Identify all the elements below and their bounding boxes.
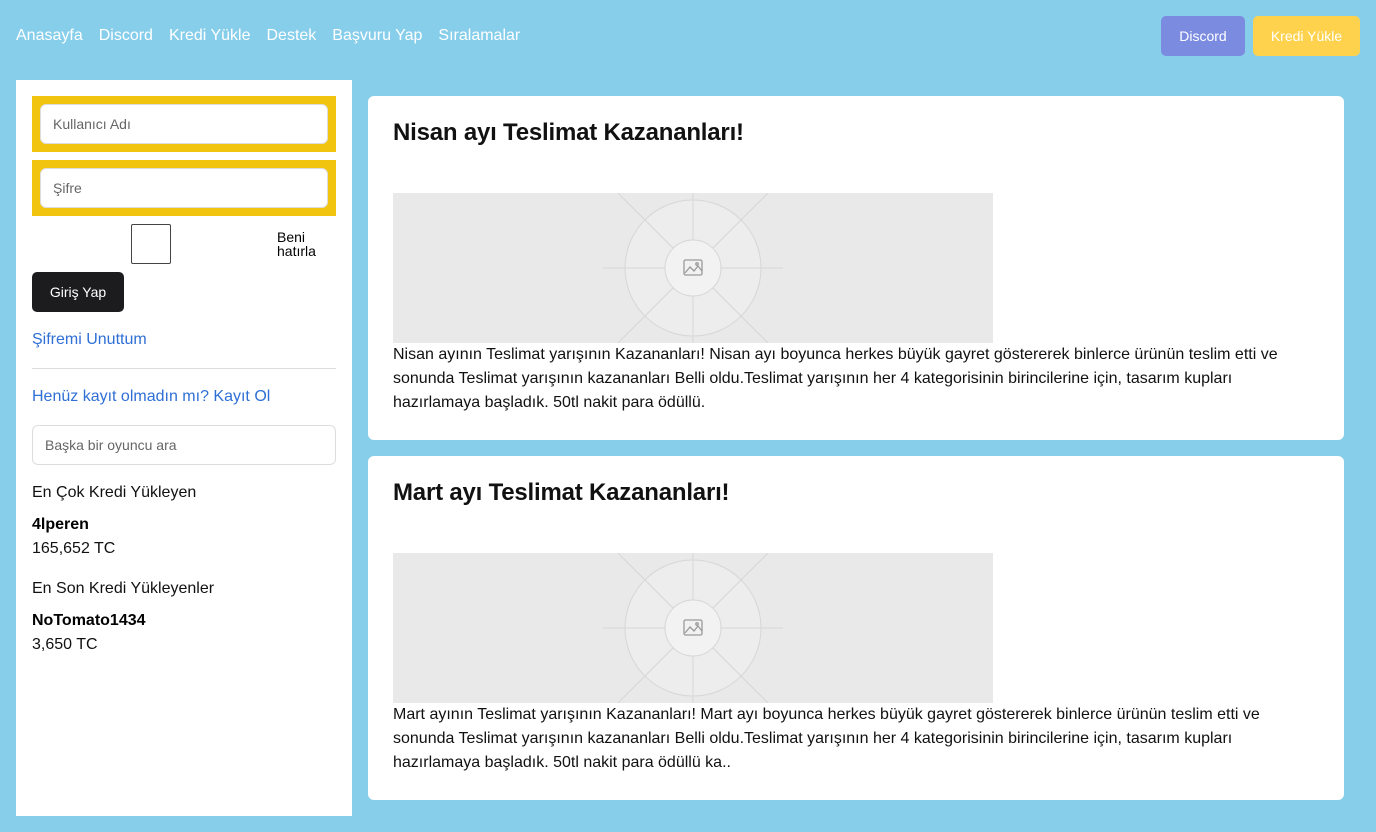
top-loader-name: 4lperen (32, 516, 89, 533)
sidebar-divider (32, 368, 336, 369)
post-card: Nisan ayı Teslimat Kazananları! Nisan ay… (368, 96, 1344, 440)
nav-links: Anasayfa Discord Kredi Yükle Destek Başv… (16, 26, 536, 46)
recent-loader-amount: 3,650 TC (32, 636, 98, 653)
top-loader-title: En Çok Kredi Yükleyen (32, 484, 197, 501)
nav-link-anasayfa[interactable]: Anasayfa (16, 26, 83, 46)
password-frame (32, 160, 336, 216)
post-title: Nisan ayı Teslimat Kazananları! (393, 119, 744, 146)
username-frame (32, 96, 336, 152)
post-image-placeholder (393, 553, 993, 703)
nav-link-destek[interactable]: Destek (266, 26, 316, 46)
nav-link-siralamalar[interactable]: Sıralamalar (438, 26, 520, 46)
discord-button[interactable]: Discord (1161, 16, 1245, 56)
password-input[interactable] (40, 168, 328, 208)
nav-link-discord[interactable]: Discord (99, 26, 153, 46)
nav-link-basvuru-yap[interactable]: Başvuru Yap (332, 26, 422, 46)
register-link[interactable]: Henüz kayıt olmadın mı? Kayıt Ol (32, 388, 270, 406)
player-search-input[interactable] (32, 425, 336, 465)
login-button[interactable]: Giriş Yap (32, 272, 124, 312)
image-placeholder-icon (393, 193, 993, 343)
forgot-password-link[interactable]: Şifremi Unuttum (32, 331, 147, 349)
post-body: Mart ayının Teslimat yarışının Kazananla… (393, 706, 1260, 771)
sidebar: Beni hatırla Giriş Yap Şifremi Unuttum H… (16, 80, 352, 816)
username-input[interactable] (40, 104, 328, 144)
post-image-placeholder (393, 193, 993, 343)
kredi-yukle-button[interactable]: Kredi Yükle (1253, 16, 1360, 56)
remember-me-label: Beni hatırla (277, 229, 316, 259)
recent-loader-name: NoTomato1434 (32, 612, 146, 629)
post-title: Mart ayı Teslimat Kazananları! (393, 479, 730, 506)
remember-me-checkbox[interactable] (131, 224, 171, 264)
recent-loader-title: En Son Kredi Yükleyenler (32, 580, 215, 597)
image-placeholder-icon (393, 553, 993, 703)
nav-link-kredi-yukle[interactable]: Kredi Yükle (169, 26, 251, 46)
top-navbar: Anasayfa Discord Kredi Yükle Destek Başv… (0, 0, 1376, 72)
post-card: Mart ayı Teslimat Kazananları! Mart ayın… (368, 456, 1344, 800)
post-body: Nisan ayının Teslimat yarışının Kazananl… (393, 346, 1278, 411)
top-loader-amount: 165,652 TC (32, 540, 116, 557)
